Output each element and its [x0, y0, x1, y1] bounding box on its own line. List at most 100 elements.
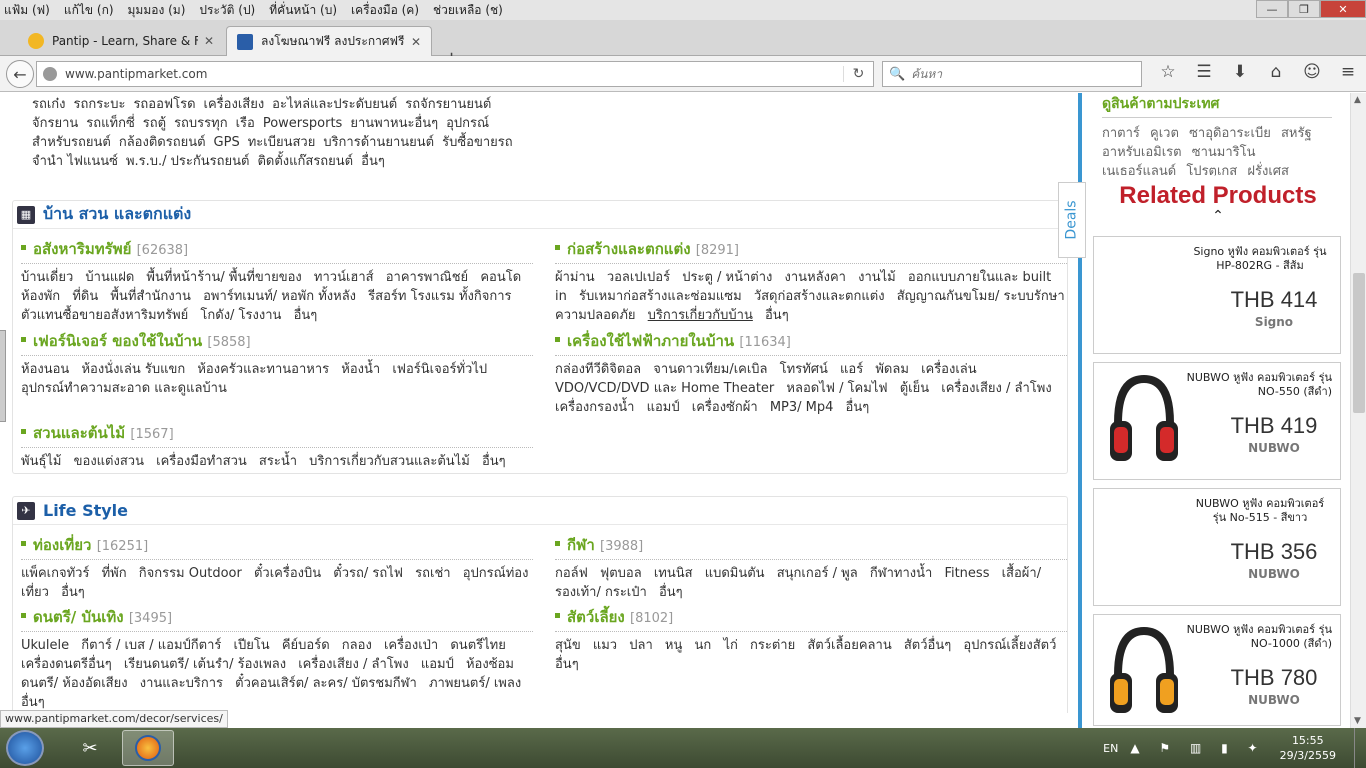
- category-link[interactable]: ตั๋วรถ/ รถไฟ: [333, 566, 403, 581]
- category-link[interactable]: เครื่องกรองน้ำ: [555, 400, 634, 415]
- category-link[interactable]: อาคารพาณิชย์: [386, 270, 468, 285]
- show-desktop-button[interactable]: [1354, 728, 1366, 768]
- category-link[interactable]: แอร์: [840, 362, 863, 377]
- category-link[interactable]: ตู้เย็น: [900, 381, 929, 396]
- subcategory-name[interactable]: สวนและต้นไม้: [33, 424, 125, 442]
- menu-item[interactable]: แฟ้ม (ฟ): [4, 1, 50, 20]
- category-link[interactable]: อุปกรณ์ทำความสะอาด และดูแลบ้าน: [21, 381, 227, 396]
- category-link[interactable]: แมว: [593, 638, 617, 653]
- category-link[interactable]: เรียนดนตรี/ เต้นรำ/ ร้องเพลง: [124, 657, 286, 672]
- category-link[interactable]: งานไม้: [858, 270, 896, 285]
- category-link[interactable]: สัตว์เลื้อยคลาน: [807, 638, 891, 653]
- back-button[interactable]: ←: [6, 60, 34, 88]
- product-name[interactable]: NUBWO หูฟัง คอมพิวเตอร์ รุ่น NO-550 (สีด…: [1182, 371, 1332, 399]
- caret-up-icon[interactable]: ⌃: [1086, 208, 1350, 224]
- category-link[interactable]: ตั๋วคอนเสิร์ต/ ละคร/ บัตรชมกีฬา: [235, 676, 417, 691]
- category-link[interactable]: ห้องนั่งเล่น รับแขก: [81, 362, 185, 377]
- subcategory-name[interactable]: อสังหาริมทรัพย์: [33, 240, 131, 258]
- product-name[interactable]: NUBWO หูฟัง คอมพิวเตอร์ รุ่น NO-1000 (สี…: [1182, 623, 1332, 651]
- category-link[interactable]: งานและบริการ: [140, 676, 223, 691]
- category-link[interactable]: วัสดุก่อสร้างและตกแต่ง: [754, 289, 885, 304]
- category-link[interactable]: โทรทัศน์: [780, 362, 828, 377]
- product-card[interactable]: Signo หูฟัง คอมพิวเตอร์ รุ่น HP-802RG - …: [1093, 236, 1341, 354]
- category-link[interactable]: ทาวน์เฮาส์: [314, 270, 374, 285]
- search-input[interactable]: [911, 67, 1132, 81]
- category-link[interactable]: พื้นที่สำนักงาน: [110, 289, 191, 304]
- category-link[interactable]: อื่นๆ: [61, 585, 85, 600]
- category-link[interactable]: เครื่องเสียง: [204, 97, 265, 112]
- tab-close-icon[interactable]: ✕: [411, 35, 421, 49]
- bookmark-star-icon[interactable]: ☆: [1150, 62, 1186, 82]
- category-link[interactable]: รถแท็กซี่: [86, 116, 135, 131]
- scroll-up-icon[interactable]: ▲: [1354, 95, 1361, 105]
- country-link[interactable]: ซาอุดิอาระเบีย: [1189, 126, 1271, 141]
- category-link[interactable]: เครื่องเสียง / ลำโพง: [298, 657, 408, 672]
- category-link[interactable]: รถกระบะ: [74, 97, 126, 112]
- download-icon[interactable]: ⬇: [1222, 62, 1258, 82]
- subcategory-name[interactable]: กีฬา: [567, 536, 595, 554]
- chat-icon[interactable]: ☺: [1294, 62, 1330, 82]
- category-link[interactable]: รับเหมาก่อสร้างและซ่อมแซม: [579, 289, 742, 304]
- category-link[interactable]: ดนตรีไทย: [450, 638, 505, 653]
- category-link[interactable]: จำนำ ไฟแนนซ์: [32, 154, 118, 169]
- category-link[interactable]: กระต่าย: [750, 638, 795, 653]
- clock[interactable]: 15:55 29/3/2559: [1280, 733, 1336, 763]
- left-edge-widget[interactable]: [0, 330, 6, 422]
- subcategory-name[interactable]: สัตว์เลี้ยง: [567, 608, 625, 626]
- subcategory-name[interactable]: เครื่องใช้ไฟฟ้าภายในบ้าน: [567, 332, 734, 350]
- subcategory-title[interactable]: ก่อสร้างและตกแต่ง [8291]: [555, 237, 1067, 264]
- url-bar[interactable]: www.pantipmarket.com ↻: [36, 61, 874, 87]
- category-link[interactable]: ไก่: [723, 638, 737, 653]
- category-link[interactable]: กล้องติดรถยนต์: [119, 135, 206, 150]
- category-link[interactable]: Ukulele: [21, 638, 69, 653]
- category-link[interactable]: โกดัง/ โรงงาน: [200, 308, 281, 323]
- country-link[interactable]: กาตาร์: [1102, 126, 1140, 141]
- category-title[interactable]: บ้าน สวน และตกแต่ง: [43, 202, 191, 227]
- category-link[interactable]: เรือ: [236, 116, 255, 131]
- reload-icon[interactable]: ↻: [843, 66, 873, 82]
- page-scrollbar[interactable]: ▲ ▼: [1350, 93, 1366, 728]
- category-link[interactable]: อะไหล่และประดับยนต์: [272, 97, 397, 112]
- category-link[interactable]: เครื่องเป่า: [384, 638, 438, 653]
- category-link[interactable]: คีย์บอร์ด: [282, 638, 330, 653]
- category-link[interactable]: อื่นๆ: [294, 308, 318, 323]
- category-link[interactable]: แบดมินตัน: [705, 566, 765, 581]
- category-link[interactable]: อพาร์ทเมนท์/ หอพัก ทั้งหลัง: [203, 289, 356, 304]
- subcategory-title[interactable]: สวนและต้นไม้ [1567]: [21, 421, 533, 448]
- language-indicator[interactable]: EN: [1103, 742, 1118, 755]
- menu-item[interactable]: แก้ไข (ก): [64, 1, 114, 20]
- subcategory-title[interactable]: เฟอร์นิเจอร์ ของใช้ในบ้าน [5858]: [21, 329, 533, 356]
- category-link[interactable]: ห้องนอน: [21, 362, 69, 377]
- category-link[interactable]: ตั๋วเครื่องบิน: [254, 566, 321, 581]
- product-name[interactable]: Signo หูฟัง คอมพิวเตอร์ รุ่น HP-802RG - …: [1190, 245, 1330, 273]
- subcategory-name[interactable]: ท่องเที่ยว: [33, 536, 91, 554]
- category-link[interactable]: ที่พัก: [102, 566, 127, 581]
- close-button[interactable]: ✕: [1320, 0, 1366, 18]
- category-link[interactable]: นก: [695, 638, 712, 653]
- category-link[interactable]: วอลเปเปอร์: [607, 270, 670, 285]
- category-link[interactable]: บ้านแฝด: [85, 270, 134, 285]
- category-link[interactable]: รถเช่า: [415, 566, 450, 581]
- category-link[interactable]: ห้องครัวและทานอาหาร: [197, 362, 329, 377]
- product-name[interactable]: NUBWO หูฟัง คอมพิวเตอร์ รุ่น No-515 - สี…: [1190, 497, 1330, 525]
- category-link[interactable]: อื่นๆ: [765, 308, 789, 323]
- subcategory-title[interactable]: กีฬา [3988]: [555, 533, 1067, 560]
- subcategory-title[interactable]: อสังหาริมทรัพย์ [62638]: [21, 237, 533, 264]
- scroll-thumb[interactable]: [1353, 273, 1365, 413]
- windows-start-icon[interactable]: [6, 730, 44, 766]
- category-link[interactable]: เครื่องเสียง / ลำโพง: [941, 381, 1051, 396]
- category-link[interactable]: กิจกรรม Outdoor: [139, 566, 242, 581]
- category-link[interactable]: Fitness: [944, 566, 989, 581]
- category-link[interactable]: สระน้ำ: [259, 454, 297, 469]
- category-link[interactable]: กลอง: [342, 638, 372, 653]
- category-link[interactable]: สุนัข: [555, 638, 581, 653]
- category-link[interactable]: รถเก๋ง: [32, 97, 66, 112]
- scroll-down-icon[interactable]: ▼: [1354, 716, 1361, 726]
- category-link[interactable]: ติดตั้งแก๊สรถยนต์: [257, 154, 353, 169]
- category-link[interactable]: อื่นๆ: [659, 585, 683, 600]
- subcategory-title[interactable]: เครื่องใช้ไฟฟ้าภายในบ้าน [11634]: [555, 329, 1067, 356]
- menu-item[interactable]: ช่วยเหลือ (ช): [433, 1, 503, 20]
- category-link[interactable]: รถออฟโรด: [133, 97, 195, 112]
- category-link[interactable]: อื่นๆ: [482, 454, 506, 469]
- country-link[interactable]: ซานมาริโน: [1192, 145, 1256, 160]
